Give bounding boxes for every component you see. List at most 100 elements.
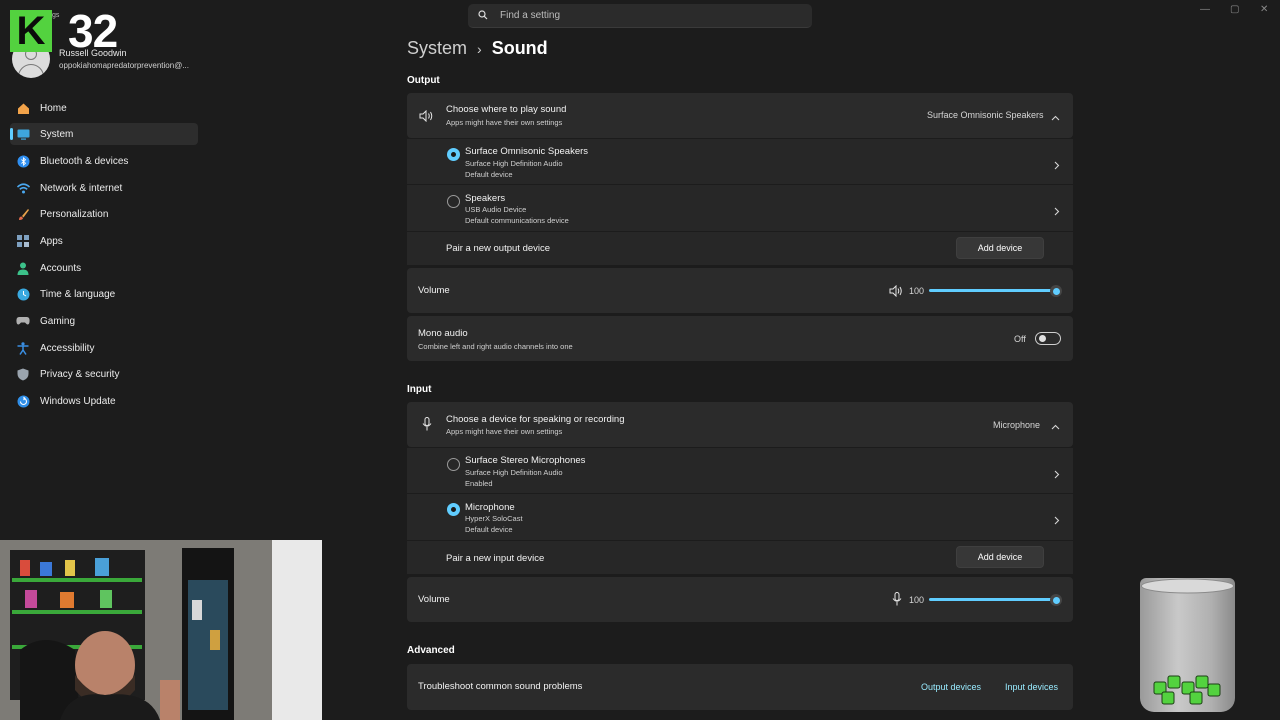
output-device-name: Surface Omnisonic Speakers — [465, 146, 589, 157]
update-icon — [16, 394, 30, 408]
sidebar-item-label: Network & internet — [40, 182, 123, 194]
advanced-section-label: Advanced — [407, 645, 455, 656]
input-device-radio[interactable] — [447, 458, 460, 471]
input-volume-thumb[interactable] — [1050, 594, 1062, 606]
output-device-chooser[interactable]: Choose where to play sound Apps might ha… — [407, 93, 1073, 138]
sidebar-item-privacy-security[interactable]: Privacy & security — [10, 363, 198, 385]
input-volume-value: 100 — [909, 595, 925, 605]
page-title: Sound — [491, 38, 548, 58]
input-device-row[interactable]: Microphone HyperX SoloCast Default devic… — [407, 494, 1073, 540]
sidebar-item-apps[interactable]: Apps — [10, 230, 198, 252]
breadcrumb-separator: › — [477, 40, 482, 57]
speaker-icon — [419, 109, 435, 127]
sidebar-item-accounts[interactable]: Accounts — [10, 257, 198, 279]
sidebar-item-label: Personalization — [40, 208, 109, 220]
add-output-device-button[interactable]: Add device — [956, 237, 1044, 259]
search-input[interactable] — [498, 9, 792, 22]
input-device-type: HyperX SoloCast — [465, 514, 523, 523]
speaker-volume-icon[interactable] — [889, 284, 904, 302]
breadcrumb-parent[interactable]: System — [407, 38, 467, 59]
troubleshoot-output-link[interactable]: Output devices — [921, 682, 981, 692]
globe-clock-icon — [16, 287, 30, 301]
sidebar-item-label: Home — [40, 102, 67, 114]
input-device-type: Surface High Definition Audio — [465, 468, 563, 477]
sidebar-item-label: Time & language — [40, 288, 116, 300]
output-device-radio[interactable] — [447, 148, 460, 161]
wifi-icon — [16, 181, 30, 195]
output-device-radio[interactable] — [447, 195, 460, 208]
person-icon — [16, 261, 30, 275]
chevron-right-icon[interactable] — [1053, 203, 1060, 221]
minimize-button[interactable]: — — [1200, 4, 1210, 15]
input-volume-track[interactable] — [929, 598, 1057, 601]
pair-input-row: Pair a new input device Add device — [407, 541, 1073, 574]
mono-audio-row: Mono audio Combine left and right audio … — [407, 316, 1073, 361]
input-device-status: Enabled — [465, 479, 493, 488]
sidebar-item-label: Gaming — [40, 315, 76, 327]
sidebar-item-network[interactable]: Network & internet — [10, 177, 198, 199]
home-icon — [16, 101, 30, 115]
chevron-up-icon[interactable] — [1051, 419, 1060, 437]
bluetooth-icon — [16, 154, 30, 168]
output-device-type: Surface High Definition Audio — [465, 159, 563, 168]
input-device-radio[interactable] — [447, 503, 460, 516]
sidebar-item-system[interactable]: System — [10, 123, 198, 145]
troubleshoot-row: Troubleshoot common sound problems Outpu… — [407, 664, 1073, 710]
troubleshoot-input-link[interactable]: Input devices — [1005, 682, 1058, 692]
search-icon — [478, 7, 488, 25]
sidebar-item-label: Apps — [40, 235, 63, 247]
chevron-up-icon[interactable] — [1051, 110, 1060, 128]
output-selected-device: Surface Omnisonic Speakers — [927, 110, 1044, 120]
microphone-volume-icon[interactable] — [892, 592, 902, 611]
input-device-chooser[interactable]: Choose a device for speaking or recordin… — [407, 402, 1073, 447]
input-chooser-title: Choose a device for speaking or recordin… — [446, 414, 625, 425]
user-email: oppokiahomapredatorprevention@... — [59, 61, 189, 70]
gamepad-icon — [16, 314, 30, 328]
mono-audio-toggle[interactable] — [1035, 332, 1061, 345]
chevron-right-icon[interactable] — [1053, 512, 1060, 530]
brush-icon — [16, 207, 30, 221]
sidebar-item-bluetooth[interactable]: Bluetooth & devices — [10, 150, 198, 172]
user-name: Russell Goodwin — [59, 48, 127, 58]
output-volume-value: 100 — [909, 286, 925, 296]
output-device-row[interactable]: Surface Omnisonic Speakers Surface High … — [407, 139, 1073, 184]
input-device-row[interactable]: Surface Stereo Microphones Surface High … — [407, 448, 1073, 493]
output-volume-label: Volume — [418, 285, 450, 296]
sidebar-item-windows-update[interactable]: Windows Update — [10, 390, 198, 412]
accessibility-icon — [16, 341, 30, 355]
output-chooser-subtitle: Apps might have their own settings — [446, 118, 563, 127]
shield-icon — [16, 367, 30, 381]
breadcrumb: System › Sound — [407, 38, 548, 59]
output-volume-row: Volume 100 — [407, 268, 1073, 313]
output-volume-thumb[interactable] — [1050, 285, 1062, 297]
close-button[interactable]: ✕ — [1260, 4, 1268, 15]
chevron-right-icon[interactable] — [1053, 157, 1060, 175]
sidebar-item-label: Accounts — [40, 262, 82, 274]
apps-icon — [16, 234, 30, 248]
pair-output-label: Pair a new output device — [446, 243, 551, 254]
output-section-label: Output — [407, 75, 440, 86]
mono-audio-title: Mono audio — [418, 328, 468, 339]
maximize-button[interactable]: ▢ — [1230, 4, 1239, 15]
sidebar-item-time-language[interactable]: Time & language — [10, 283, 198, 305]
output-device-row[interactable]: Speakers USB Audio Device Default commun… — [407, 185, 1073, 231]
add-input-device-button[interactable]: Add device — [956, 546, 1044, 568]
output-device-name: Speakers — [465, 193, 506, 204]
sidebar-item-accessibility[interactable]: Accessibility — [10, 337, 198, 359]
output-device-status: Default communications device — [465, 216, 569, 225]
chevron-right-icon[interactable] — [1053, 466, 1060, 484]
system-icon — [16, 127, 30, 141]
sidebar-item-gaming[interactable]: Gaming — [10, 310, 198, 332]
sidebar-item-label: System — [40, 128, 74, 140]
search-box[interactable] — [468, 4, 812, 28]
sidebar-item-label: Windows Update — [40, 395, 116, 407]
output-volume-track[interactable] — [929, 289, 1057, 292]
pair-input-label: Pair a new input device — [446, 553, 545, 564]
input-device-status: Default device — [465, 525, 513, 534]
sidebar-item-home[interactable]: Home — [10, 97, 198, 119]
input-section-label: Input — [407, 384, 432, 395]
input-device-name: Surface Stereo Microphones — [465, 455, 586, 466]
input-volume-row: Volume 100 — [407, 577, 1073, 622]
sidebar-item-personalization[interactable]: Personalization — [10, 203, 198, 225]
mono-audio-state: Off — [1014, 334, 1026, 344]
